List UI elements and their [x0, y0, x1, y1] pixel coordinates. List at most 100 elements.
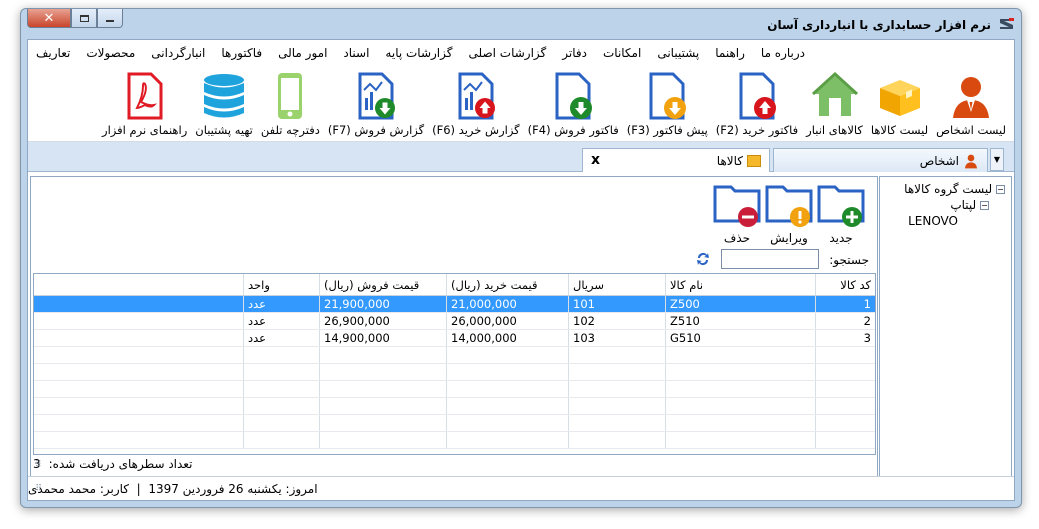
menu-item[interactable]: امکانات	[595, 46, 649, 60]
cell-unit: عدد	[243, 330, 319, 346]
purchase-report-icon	[458, 72, 495, 120]
cell-serial	[568, 381, 665, 397]
menu-bar: تعاریف محصولات انبارگردانی فاکتورها امور مال…	[28, 40, 1014, 66]
tab-dropdown-button[interactable]: ▼	[990, 148, 1004, 171]
edit-button-label: ویرایش	[770, 231, 808, 245]
toolbar-label: فاکتور خرید (F2)	[715, 123, 799, 137]
toolbar-goods-button[interactable]: لیست کالاها	[867, 66, 932, 137]
edit-button[interactable]: ویرایش	[764, 181, 814, 245]
cell-name: Z500	[665, 296, 815, 312]
column-header-empty	[34, 274, 243, 295]
table-row[interactable]	[34, 364, 875, 381]
cell-buy	[446, 381, 568, 397]
maximize-button[interactable]	[71, 9, 97, 28]
cell-sell	[319, 381, 446, 397]
cell-code	[815, 432, 875, 448]
cell-sell	[319, 398, 446, 414]
minimize-button[interactable]	[97, 9, 123, 28]
new-button-label: جدید	[829, 231, 853, 245]
delete-button[interactable]: حذف	[712, 181, 762, 245]
column-header-sell-price[interactable]: قیمت فروش (ریال)	[319, 274, 446, 295]
table-row[interactable]	[34, 432, 875, 449]
close-window-button[interactable]: ✕	[27, 9, 71, 28]
cell-buy	[446, 347, 568, 363]
title-bar[interactable]: ✕ نرم افزار حسابداری با انبارداری آسان	[21, 9, 1021, 39]
cell-code	[815, 347, 875, 363]
cell-buy	[446, 364, 568, 380]
table-row[interactable]	[34, 347, 875, 364]
resize-grip-icon: ⠿	[35, 484, 42, 494]
menu-item[interactable]: انبارگردانی	[143, 46, 213, 60]
tab-persons[interactable]: اشخاص	[773, 148, 988, 172]
maximize-icon	[79, 14, 89, 22]
tab-goods[interactable]: کالاها x	[582, 148, 770, 172]
pdf-icon	[127, 72, 163, 120]
toolbar-warehouse-button[interactable]: کالاهای انبار	[802, 66, 867, 137]
toolbar-pre-invoice-button[interactable]: پیش فاکتور (F3)	[623, 66, 712, 137]
cell-empty	[34, 432, 243, 448]
column-header-code[interactable]: کد کالا	[815, 274, 875, 295]
toolbar-sales-invoice-button[interactable]: فاکتور فروش (F4)	[524, 66, 623, 137]
cell-unit	[243, 347, 319, 363]
toolbar-label: تهیه پشتیبان	[195, 123, 253, 137]
menu-item[interactable]: گزارشات اصلی	[460, 46, 554, 60]
toolbar-purchase-invoice-button[interactable]: فاکتور خرید (F2)	[712, 66, 802, 137]
cell-empty	[34, 415, 243, 431]
menu-item[interactable]: درباره ما	[753, 46, 813, 60]
toolbar-persons-button[interactable]: لیست اشخاص	[932, 66, 1010, 137]
cell-code	[815, 381, 875, 397]
menu-item[interactable]: پشتیبانی	[649, 46, 707, 60]
menu-item[interactable]: امور مالی	[270, 46, 335, 60]
toolbar-backup-button[interactable]: تهیه پشتیبان	[191, 66, 257, 137]
record-count-bar: تعداد سطرهای دریافت شده: 3	[33, 454, 875, 474]
cell-code: 1	[815, 296, 875, 312]
tree-item[interactable]: LENOVO	[908, 214, 958, 228]
table-row[interactable]	[34, 398, 875, 415]
tree-group[interactable]: − لپتاپ	[950, 198, 989, 212]
cell-serial: 103	[568, 330, 665, 346]
menu-item[interactable]: راهنما	[707, 46, 753, 60]
warehouse-icon	[811, 72, 858, 116]
person-icon	[953, 77, 990, 118]
new-button[interactable]: جدید	[816, 181, 866, 245]
tab-close-button[interactable]: x	[591, 152, 600, 168]
table-row[interactable]: 3 G510 103 14,000,000 14,900,000 عدد	[34, 330, 875, 347]
cell-code	[815, 364, 875, 380]
toolbar-sales-report-button[interactable]: گزارش فروش (F7)	[324, 66, 428, 137]
refresh-icon[interactable]	[695, 251, 711, 267]
collapse-icon[interactable]: −	[980, 201, 989, 210]
column-header-buy-price[interactable]: قیمت خرید (ریال)	[446, 274, 568, 295]
cell-unit: عدد	[243, 296, 319, 312]
table-row[interactable]	[34, 415, 875, 432]
table-row[interactable]	[34, 381, 875, 398]
column-header-unit[interactable]: واحد	[243, 274, 319, 295]
cell-unit	[243, 432, 319, 448]
menu-item[interactable]: محصولات	[78, 46, 143, 60]
cell-serial	[568, 432, 665, 448]
menu-item[interactable]: گزارشات پایه	[377, 46, 460, 60]
toolbar-purchase-report-button[interactable]: گزارش خرید (F6)	[428, 66, 524, 137]
tree-item-label: LENOVO	[908, 214, 958, 228]
menu-item[interactable]: دفاتر	[554, 46, 595, 60]
menu-item[interactable]: فاکتورها	[213, 46, 270, 60]
search-input[interactable]	[721, 249, 819, 269]
menu-item[interactable]: اسناد	[335, 46, 377, 60]
cell-name	[665, 347, 815, 363]
column-header-name[interactable]: نام کالا	[665, 274, 815, 295]
minimize-icon	[106, 20, 114, 22]
tree-root[interactable]: − لیست گروه کالاها	[904, 182, 1005, 196]
table-row[interactable]: 1 Z500 101 21,000,000 21,900,000 عدد	[34, 296, 875, 313]
app-logo-icon	[1000, 18, 1014, 29]
menu-item[interactable]: تعاریف	[28, 46, 78, 60]
cell-name: G510	[665, 330, 815, 346]
cell-buy: 26,000,000	[446, 313, 568, 329]
toolbar-help-button[interactable]: راهنمای نرم افزار	[98, 66, 191, 137]
toolbar-phonebook-button[interactable]: دفترچه تلفن	[257, 66, 324, 137]
cell-empty	[34, 296, 243, 312]
person-icon	[965, 154, 977, 168]
table-row[interactable]: 2 Z510 102 26,000,000 26,900,000 عدد	[34, 313, 875, 330]
collapse-icon[interactable]: −	[996, 185, 1005, 194]
cell-serial	[568, 415, 665, 431]
column-header-serial[interactable]: سریال	[568, 274, 665, 295]
cell-unit	[243, 398, 319, 414]
